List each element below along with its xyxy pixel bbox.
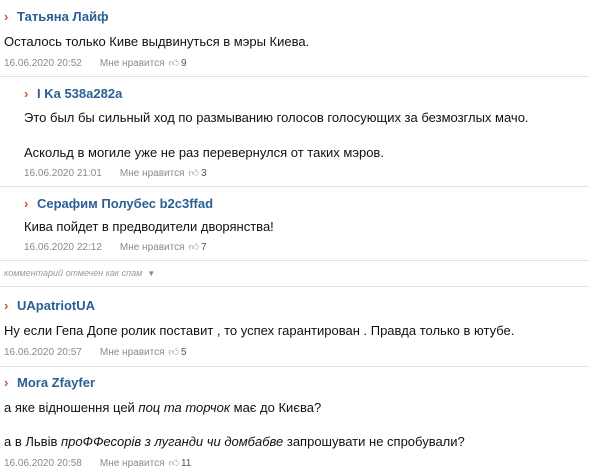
divider (0, 186, 589, 187)
spam-notice[interactable]: комментарий отмечен как спам ▼ (4, 268, 155, 278)
comment-header: › Mora Zfayfer (4, 375, 95, 390)
comment-meta: 16.06.2020 20:52 Мне нравится 👍︎ 9 (4, 57, 187, 70)
comment-header: › I Ka 538a282a (24, 86, 122, 101)
like-button[interactable]: Мне нравится 👍︎ 9 (100, 57, 187, 69)
comment-text: а яке відношення цей поц та торчок має д… (4, 400, 322, 415)
comment-meta: 16.06.2020 22:12 Мне нравится 👍︎ 7 (24, 241, 207, 254)
comment-text: Кива пойдет в предводители дворянства! (24, 219, 274, 234)
thumbs-up-icon: 👍︎ (188, 242, 199, 253)
chevron-right-icon: › (4, 374, 9, 390)
divider (0, 366, 589, 367)
comment-date: 16.06.2020 20:57 (4, 346, 82, 358)
comment-meta: 16.06.2020 20:58 Мне нравится 👍︎ 11 (4, 457, 191, 470)
comment-author[interactable]: Серафим Полубес b2c3ffad (37, 196, 213, 211)
comment-text: Осталось только Киве выдвинуться в мэры … (4, 34, 310, 49)
comment-author[interactable]: Mora Zfayfer (17, 375, 95, 390)
divider (0, 76, 589, 77)
comment-date: 16.06.2020 21:01 (24, 167, 102, 179)
divider (0, 260, 589, 261)
chevron-right-icon: › (4, 8, 9, 24)
comment-date: 16.06.2020 20:58 (4, 457, 82, 469)
comment-text: а в Львів проФФесорів з луганди чи домба… (4, 434, 465, 449)
chevron-right-icon: › (4, 297, 9, 313)
divider (0, 286, 589, 287)
like-count: 7 (200, 242, 207, 253)
comment-author[interactable]: UApatriotUA (17, 298, 95, 313)
like-button[interactable]: Мне нравится 👍︎ 7 (120, 241, 207, 253)
comment-author[interactable]: Татьяна Лайф (17, 9, 109, 24)
comment-date: 16.06.2020 20:52 (4, 57, 82, 69)
comment-text: Аскольд в могиле уже не раз перевернулся… (24, 145, 384, 160)
like-button[interactable]: Мне нравится 👍︎ 11 (100, 457, 191, 469)
chevron-right-icon: › (24, 195, 29, 211)
comment-author[interactable]: I Ka 538a282a (37, 86, 122, 101)
like-count: 9 (180, 58, 187, 69)
chevron-right-icon: › (24, 85, 29, 101)
like-button[interactable]: Мне нравится 👍︎ 5 (100, 346, 187, 358)
comment-date: 16.06.2020 22:12 (24, 241, 102, 253)
comment-meta: 16.06.2020 20:57 Мне нравится 👍︎ 5 (4, 346, 187, 359)
thumbs-up-icon: 👍︎ (168, 347, 179, 358)
like-count: 11 (180, 458, 192, 469)
thumbs-up-icon: 👍︎ (168, 458, 179, 469)
comment-text: Ну если Гепа Допе ролик поставит , то ус… (4, 323, 515, 338)
comment-header: › Татьяна Лайф (4, 9, 109, 24)
thumbs-up-icon: 👍︎ (188, 168, 199, 179)
like-button[interactable]: Мне нравится 👍︎ 3 (120, 167, 207, 179)
comment-header: › UApatriotUA (4, 298, 95, 313)
thumbs-up-icon: 👍︎ (168, 58, 179, 69)
triangle-down-icon[interactable]: ▼ (147, 269, 155, 278)
comment-header: › Серафим Полубес b2c3ffad (24, 196, 213, 211)
spam-notice-text: комментарий отмечен как спам (4, 268, 143, 278)
like-count: 5 (180, 347, 187, 358)
like-count: 3 (200, 168, 207, 179)
comment-meta: 16.06.2020 21:01 Мне нравится 👍︎ 3 (24, 167, 207, 180)
comment-text: Это был бы сильный ход по размыванию гол… (24, 110, 529, 125)
